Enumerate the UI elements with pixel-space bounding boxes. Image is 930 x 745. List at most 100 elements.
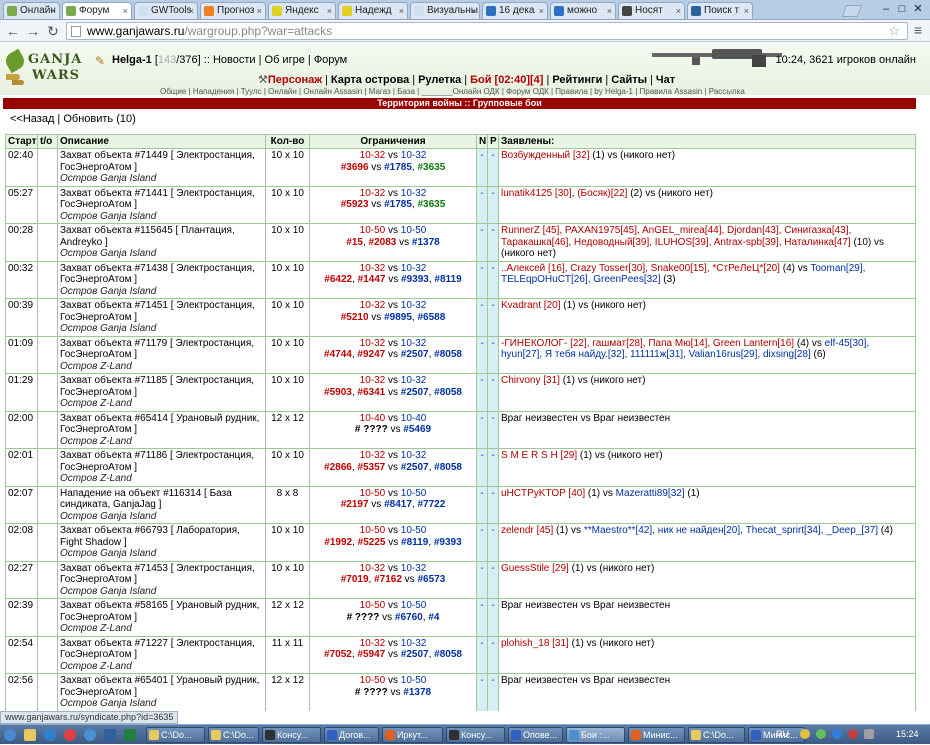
about-link[interactable]: Об игре — [265, 54, 305, 66]
syndicate-link[interactable]: #1447 — [358, 274, 386, 285]
browser-tab[interactable]: Онлайн × — [3, 2, 60, 19]
tray-icon[interactable] — [832, 729, 842, 739]
syndicate-link[interactable]: #5225 — [358, 537, 386, 548]
nav-battle[interactable]: Бой [02:40][4] — [470, 74, 543, 86]
battle-description[interactable]: Захват объекта #71438 [ Электростанция, … — [60, 263, 255, 286]
tab-close-icon[interactable]: × — [327, 3, 332, 19]
syndicate-link[interactable]: #8119 — [434, 274, 461, 285]
tab-close-icon[interactable]: × — [471, 3, 476, 19]
player-link[interactable]: -ГИНЕКОЛОГ- [22], гашмат[28], Папа Мю[14… — [501, 338, 794, 349]
syndicate-link[interactable]: #7162 — [374, 574, 402, 585]
battle-description[interactable]: Захват объекта #71449 [ Электростанция, … — [60, 150, 255, 173]
syndicate-link[interactable]: #6341 — [357, 387, 385, 398]
syndicate-link[interactable]: #2197 — [341, 499, 369, 510]
syndicate-link[interactable]: # ???? — [355, 424, 388, 435]
nav-map[interactable]: Карта острова — [331, 74, 409, 86]
syndicate-link[interactable]: #9895 — [384, 312, 412, 323]
bookmark-star-icon[interactable]: ☆ — [888, 23, 900, 39]
syndicate-link[interactable]: #2507 — [401, 387, 429, 398]
browser-tab[interactable]: Надежд × — [338, 2, 408, 19]
syndicate-link[interactable]: #3635 — [417, 162, 445, 173]
taskbar-item[interactable]: C:\Do... — [146, 727, 205, 743]
syndicate-link[interactable]: #2866 — [324, 462, 352, 473]
nav-chat[interactable]: Чат — [656, 74, 675, 86]
player-link[interactable]: Mazeratti89[32] — [616, 488, 685, 499]
battle-description[interactable]: Захват объекта #71441 [ Электростанция, … — [60, 188, 255, 211]
browser-tab[interactable]: Носят × — [618, 2, 685, 19]
start-icon[interactable] — [4, 729, 16, 741]
syndicate-link[interactable]: #3696 — [341, 162, 369, 173]
folder-icon[interactable] — [24, 729, 36, 741]
syndicate-link[interactable]: #2083 — [369, 237, 397, 248]
player-link[interactable]: lunatik4125 [30] — [501, 188, 572, 199]
player-link[interactable]: plohish_18 [31] — [501, 638, 569, 649]
player-link[interactable]: S M E R S H [29] — [501, 450, 577, 461]
forum-link[interactable]: Форум — [314, 54, 347, 66]
close-icon[interactable]: ✕ — [910, 2, 926, 15]
browser-tab[interactable]: Прогноз × — [200, 2, 266, 19]
syndicate-link[interactable]: #1992 — [324, 537, 352, 548]
syndicate-link[interactable]: #8417 — [384, 499, 412, 510]
battle-description[interactable]: Захват объекта #71453 [ Электростанция, … — [60, 563, 255, 586]
tray-icon[interactable] — [848, 729, 858, 739]
syndicate-link[interactable]: #6573 — [417, 574, 445, 585]
opera-icon[interactable] — [64, 729, 76, 741]
battle-description[interactable]: Захват объекта #65401 [ Урановый рудник,… — [60, 675, 259, 698]
syndicate-link[interactable]: #2507 — [401, 462, 429, 473]
taskbar-item[interactable]: Консу... — [446, 727, 505, 743]
tab-close-icon[interactable]: × — [539, 3, 544, 19]
syndicate-link[interactable]: #5903 — [324, 387, 352, 398]
new-tab-button[interactable] — [841, 5, 863, 17]
syndicate-link[interactable]: #2507 — [401, 349, 429, 360]
nav-ratings[interactable]: Рейтинги — [552, 74, 602, 86]
url-input[interactable]: www.ganjawars.ru/wargroup.php?war=attack… — [66, 22, 908, 40]
syndicate-link[interactable]: #6588 — [417, 312, 445, 323]
chrome-icon[interactable] — [84, 729, 96, 741]
syndicate-link[interactable]: #9393 — [434, 537, 462, 548]
syndicate-link[interactable]: #4744 — [324, 349, 352, 360]
syndicate-link[interactable]: #8058 — [434, 387, 462, 398]
syndicate-link[interactable]: #5947 — [357, 649, 385, 660]
excel-icon[interactable] — [124, 729, 136, 741]
battle-description[interactable]: Нападение на объект #116314 [ База синди… — [60, 488, 232, 511]
taskbar-item[interactable]: Минис... — [628, 727, 685, 743]
syndicate-link[interactable]: #1785 — [384, 162, 412, 173]
syndicate-link[interactable]: #15 — [346, 237, 363, 248]
lang-indicator[interactable]: RU — [776, 729, 789, 739]
reload-icon[interactable]: ↻ — [44, 22, 62, 40]
syndicate-link[interactable]: #8058 — [434, 349, 462, 360]
syndicate-link[interactable]: #5923 — [341, 199, 369, 210]
syndicate-link[interactable]: #5469 — [403, 424, 431, 435]
battle-description[interactable]: Захват объекта #71227 [ Электростанция, … — [60, 638, 255, 661]
minimize-icon[interactable]: – — [878, 3, 894, 15]
syndicate-link[interactable]: #7052 — [324, 649, 352, 660]
player-link[interactable]: zelendr [45] — [501, 525, 553, 536]
player-link[interactable]: **Maestro**[42], ник не найден[20], Thec… — [584, 525, 878, 536]
battle-description[interactable]: Захват объекта #71185 [ Электростанция, … — [60, 375, 254, 398]
refresh-link[interactable]: Обновить (10) — [63, 113, 135, 125]
maximize-icon[interactable]: □ — [894, 3, 910, 15]
syndicate-link[interactable]: #1785 — [384, 199, 412, 210]
syndicate-link[interactable]: #2507 — [401, 649, 429, 660]
syndicate-link[interactable]: # ???? — [355, 687, 388, 698]
word-icon[interactable] — [104, 729, 116, 741]
nav-roulette[interactable]: Рулетка — [418, 74, 461, 86]
browser-tab[interactable]: Поиск т × — [687, 2, 753, 19]
battle-description[interactable]: Захват объекта #115645 [ Плантация, Andr… — [60, 225, 235, 248]
taskbar-item[interactable]: C:\Do... — [688, 727, 745, 743]
battle-description[interactable]: Захват объекта #58165 [ Урановый рудник,… — [60, 600, 259, 623]
tab-close-icon[interactable]: × — [123, 3, 128, 19]
syndicate-link[interactable]: #8058 — [434, 462, 462, 473]
syndicate-link[interactable]: #5357 — [357, 462, 385, 473]
player-link[interactable]: (Босяк)[22] — [577, 188, 627, 199]
taskbar-item[interactable]: Консу... — [262, 727, 321, 743]
browser-tab[interactable]: GWTools × — [134, 2, 198, 19]
taskbar-item[interactable]: Иркут... — [382, 727, 443, 743]
forward-icon[interactable]: → — [24, 22, 42, 40]
player-link[interactable]: Chirvony [31] — [501, 375, 560, 386]
player-link[interactable]: Возбужденный [32] — [501, 150, 590, 161]
browser-tab[interactable]: Яндекс × — [268, 2, 336, 19]
syndicate-link[interactable]: #6422 — [324, 274, 352, 285]
volume-icon[interactable] — [864, 729, 874, 739]
battle-description[interactable]: Захват объекта #71179 [ Электростанция, … — [60, 338, 254, 361]
